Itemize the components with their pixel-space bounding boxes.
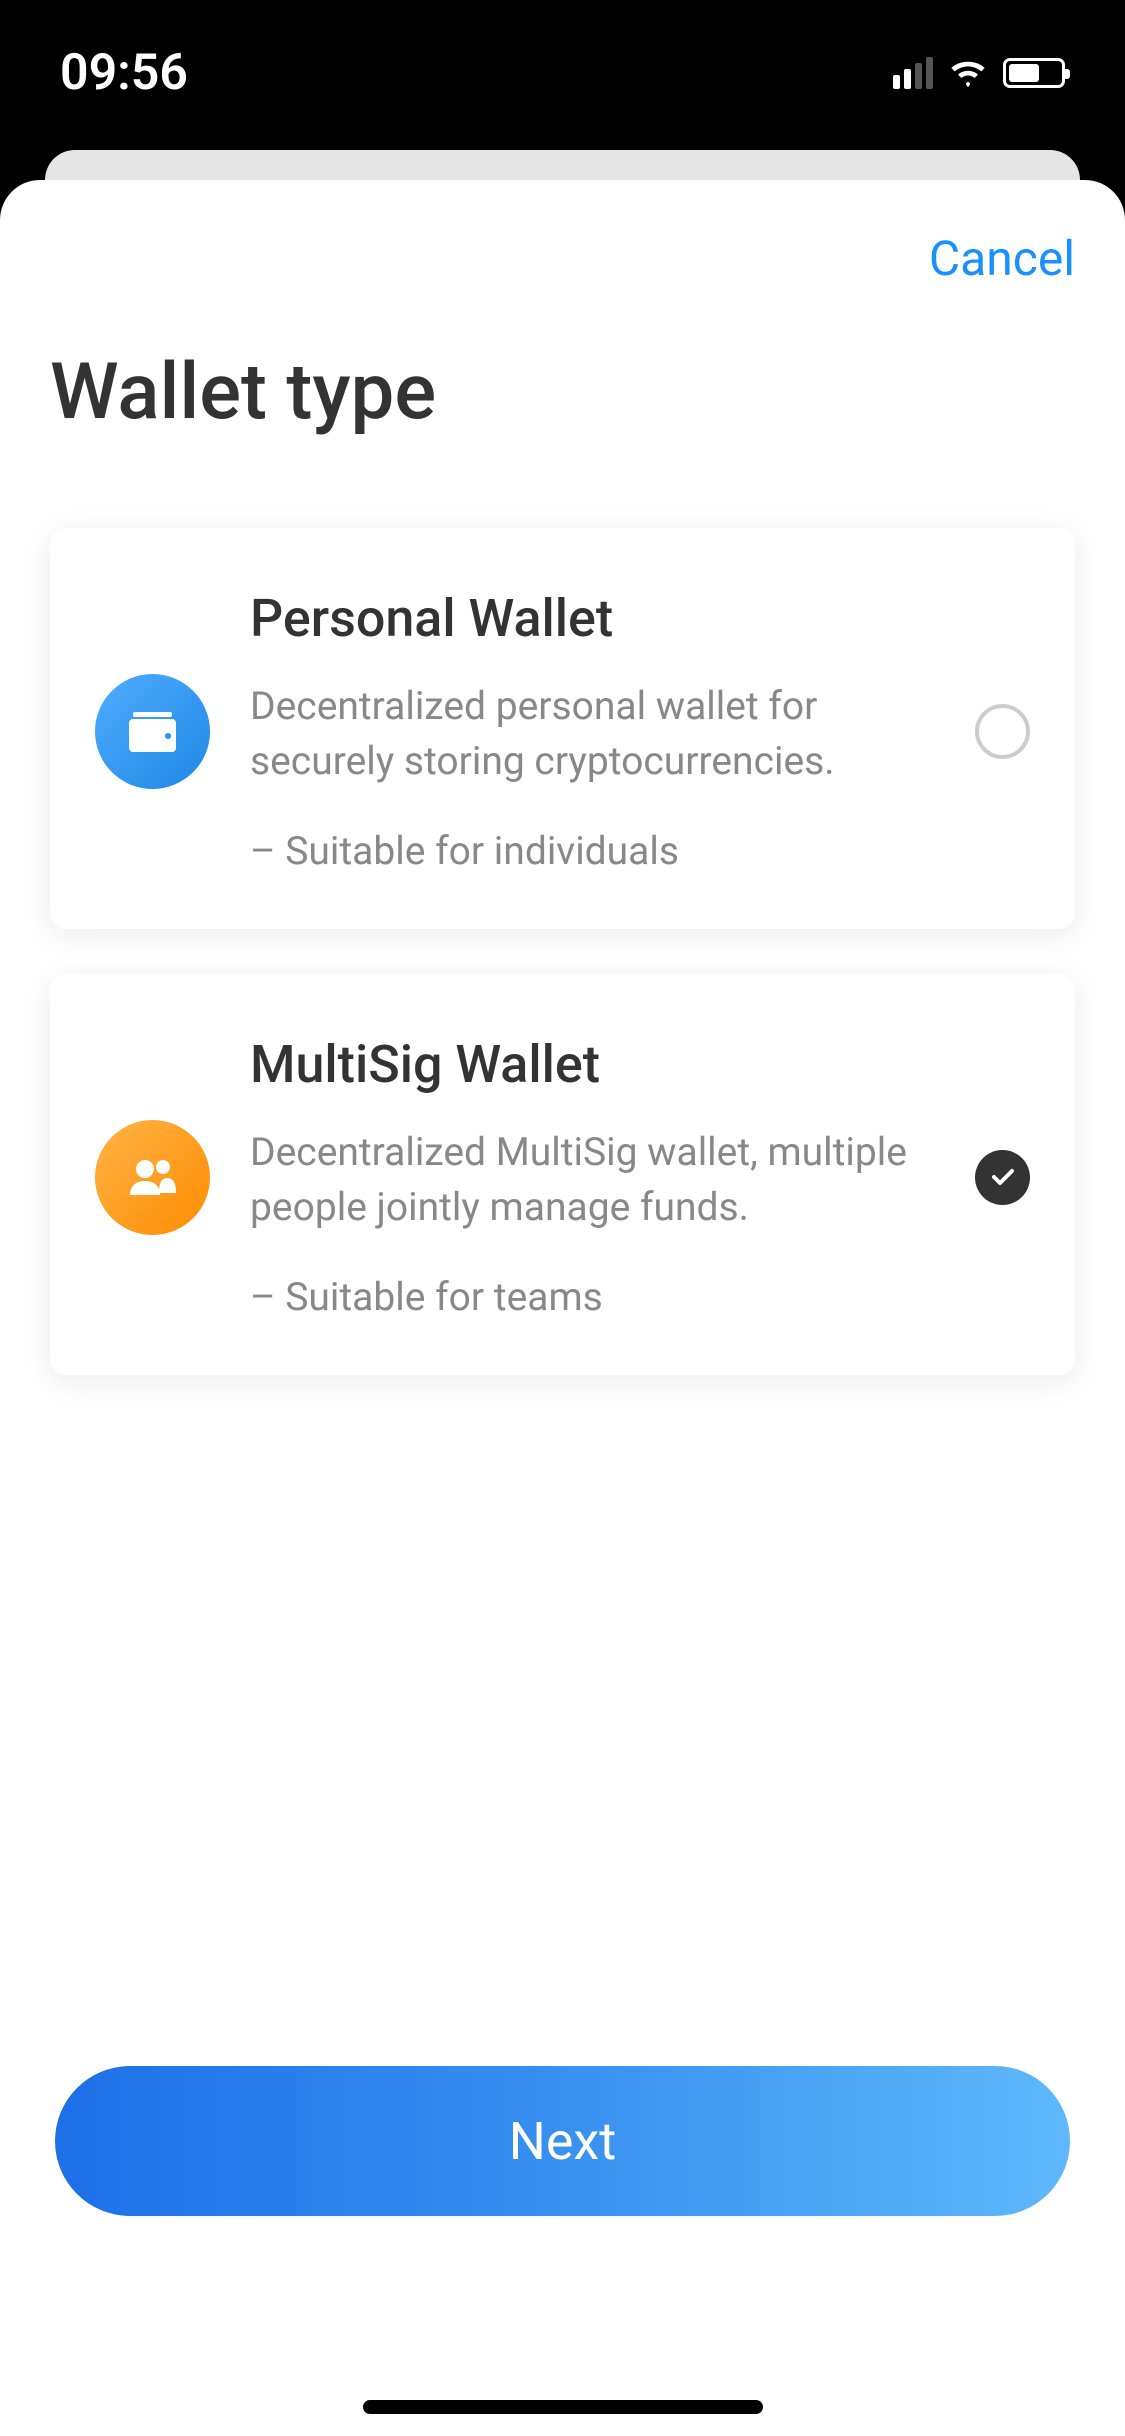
- option-title: Personal Wallet: [250, 588, 935, 649]
- option-content: Personal Wallet Decentralized personal w…: [250, 588, 935, 874]
- option-description: Decentralized MultiSig wallet, multiple …: [250, 1125, 935, 1234]
- page-title: Wallet type: [50, 347, 1075, 438]
- wallet-options: Personal Wallet Decentralized personal w…: [50, 528, 1075, 1375]
- status-time: 09:56: [60, 44, 188, 102]
- option-multisig-wallet[interactable]: MultiSig Wallet Decentralized MultiSig w…: [50, 974, 1075, 1375]
- radio-unchecked-icon[interactable]: [975, 704, 1030, 759]
- option-suitability: – Suitable for individuals: [250, 828, 935, 874]
- home-indicator[interactable]: [363, 2400, 763, 2414]
- status-icons: [893, 57, 1065, 89]
- wifi-icon: [948, 58, 988, 88]
- modal-header: Cancel: [50, 230, 1075, 287]
- option-content: MultiSig Wallet Decentralized MultiSig w…: [250, 1034, 935, 1320]
- cancel-button[interactable]: Cancel: [929, 230, 1075, 287]
- battery-icon: [1003, 58, 1065, 88]
- next-button[interactable]: Next: [55, 2066, 1070, 2216]
- option-title: MultiSig Wallet: [250, 1034, 935, 1095]
- status-bar: 09:56: [0, 0, 1125, 145]
- people-icon: [95, 1120, 210, 1235]
- option-suitability: – Suitable for teams: [250, 1274, 935, 1320]
- option-description: Decentralized personal wallet for secure…: [250, 679, 935, 788]
- radio-checked-icon[interactable]: [975, 1150, 1030, 1205]
- modal-sheet: Cancel Wallet type Personal Wallet Decen…: [0, 180, 1125, 2436]
- cellular-signal-icon: [893, 57, 933, 89]
- option-personal-wallet[interactable]: Personal Wallet Decentralized personal w…: [50, 528, 1075, 929]
- wallet-icon: [95, 674, 210, 789]
